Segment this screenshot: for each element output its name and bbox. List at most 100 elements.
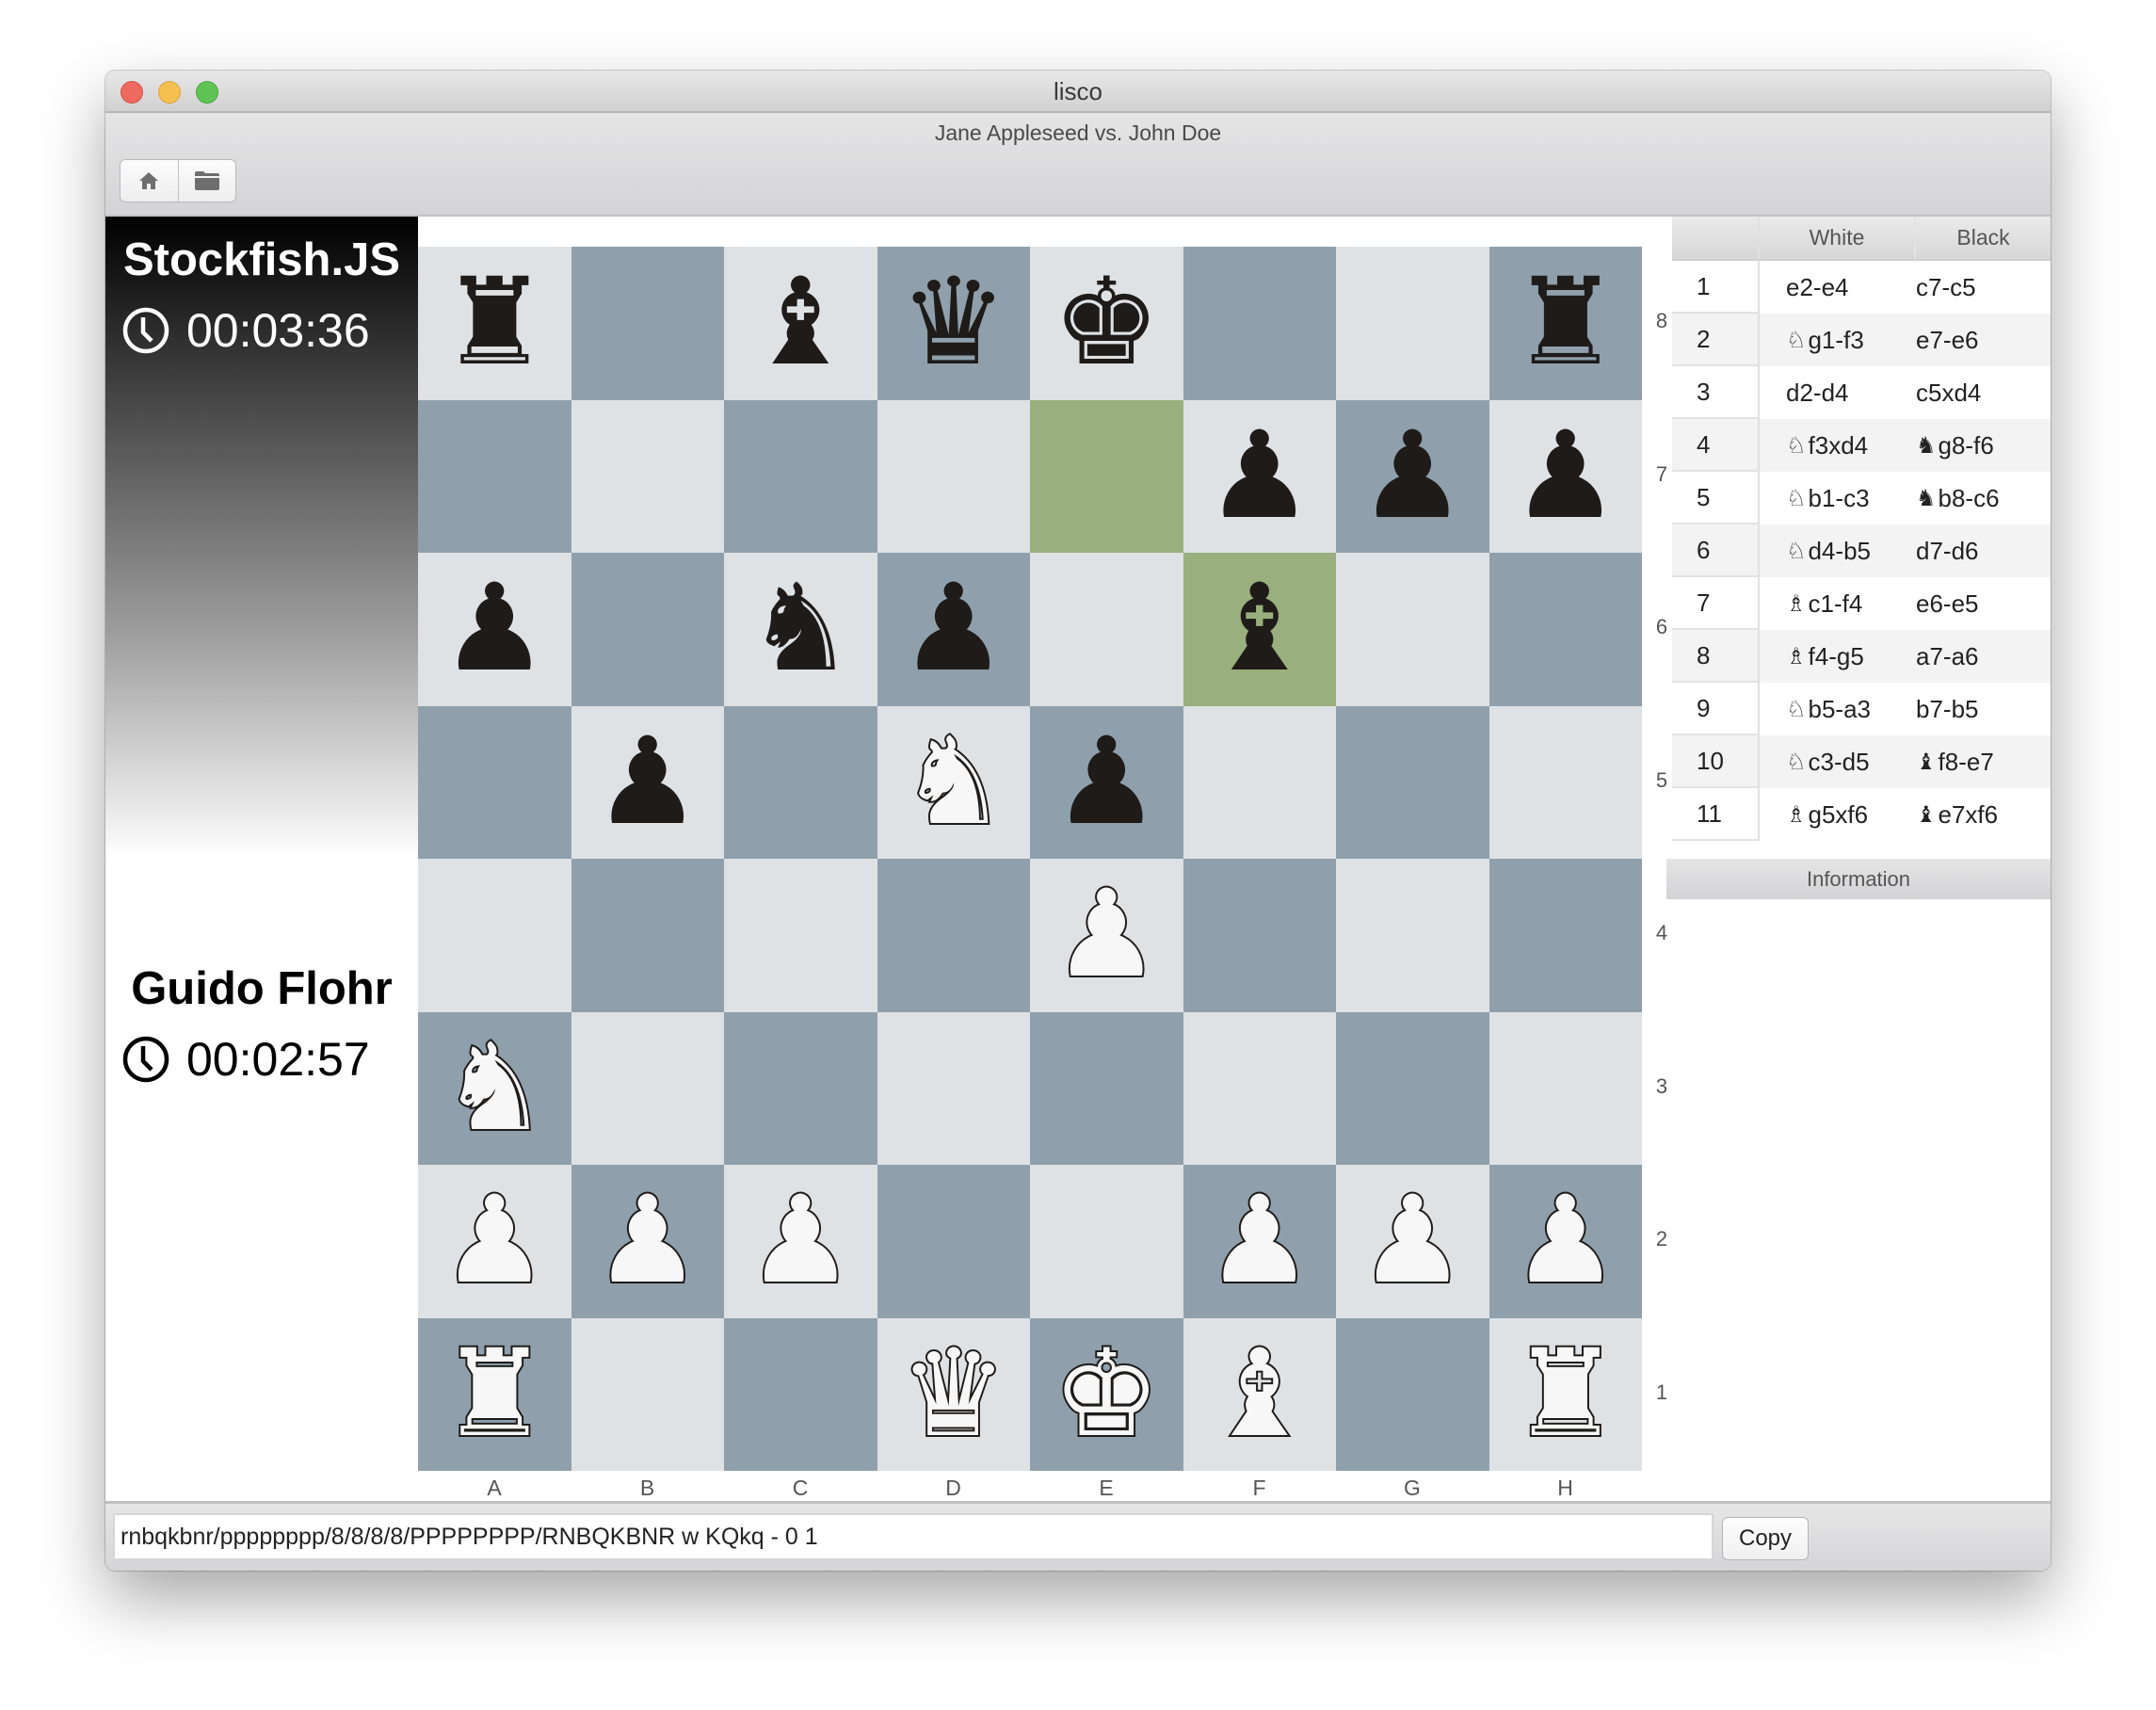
black-pawn-icon[interactable]: ♟: [1359, 415, 1467, 537]
square-c6[interactable]: ♞: [724, 553, 877, 706]
white-pawn-icon[interactable]: ♟: [1509, 1179, 1621, 1303]
white-rook-icon[interactable]: ♜: [439, 1331, 551, 1456]
black-move[interactable]: b7-b5: [1916, 683, 2051, 735]
black-rook-icon[interactable]: ♜: [1511, 263, 1619, 383]
square-b2[interactable]: ♟: [571, 1165, 724, 1318]
square-a1[interactable]: ♜: [418, 1317, 571, 1471]
square-b3[interactable]: [571, 1011, 724, 1165]
square-d5[interactable]: ♞: [877, 705, 1030, 859]
black-move[interactable]: d7-d6: [1916, 524, 2051, 577]
square-b5[interactable]: ♟: [571, 705, 724, 859]
white-pawn-icon[interactable]: ♟: [745, 1179, 857, 1303]
square-f3[interactable]: [1183, 1011, 1336, 1165]
white-move[interactable]: ♗ f4-g5: [1760, 630, 1916, 683]
square-a6[interactable]: ♟: [418, 553, 571, 706]
black-rook-icon[interactable]: ♜: [441, 263, 549, 383]
black-pawn-icon[interactable]: ♟: [1511, 415, 1619, 537]
black-knight-icon[interactable]: ♞: [747, 569, 855, 689]
white-pawn-icon[interactable]: ♟: [591, 1179, 703, 1303]
square-g8[interactable]: [1336, 247, 1489, 400]
square-g4[interactable]: [1336, 859, 1489, 1012]
square-b6[interactable]: [571, 553, 724, 706]
black-move[interactable]: c5xd4: [1916, 366, 2051, 419]
square-e1[interactable]: ♚: [1030, 1317, 1183, 1471]
square-c2[interactable]: ♟: [724, 1165, 877, 1318]
square-a3[interactable]: ♞: [418, 1011, 571, 1165]
square-d1[interactable]: ♛: [877, 1317, 1030, 1471]
square-a4[interactable]: [418, 859, 571, 1012]
fen-input[interactable]: [113, 1513, 1714, 1560]
white-move[interactable]: ♘ b1-c3: [1760, 472, 1916, 524]
white-pawn-icon[interactable]: ♟: [1357, 1179, 1469, 1303]
square-h6[interactable]: [1488, 553, 1642, 706]
square-g3[interactable]: [1336, 1011, 1489, 1165]
open-button[interactable]: [177, 160, 236, 202]
square-a7[interactable]: [418, 399, 571, 553]
white-king-icon[interactable]: ♚: [1051, 1331, 1163, 1456]
black-move[interactable]: a7-a6: [1916, 630, 2051, 683]
black-pawn-icon[interactable]: ♟: [593, 721, 701, 843]
black-pawn-icon[interactable]: ♟: [1205, 415, 1313, 537]
white-move[interactable]: e2-e4: [1760, 261, 1916, 314]
square-h8[interactable]: ♜: [1488, 247, 1642, 400]
white-move[interactable]: ♘ g1-f3: [1760, 314, 1916, 366]
square-f4[interactable]: [1183, 859, 1336, 1012]
square-e5[interactable]: ♟: [1030, 705, 1183, 859]
square-g1[interactable]: [1336, 1317, 1489, 1471]
square-h4[interactable]: [1488, 859, 1642, 1012]
square-f6[interactable]: ♝: [1183, 553, 1336, 706]
white-knight-icon[interactable]: ♞: [897, 719, 1009, 844]
column-header-black[interactable]: Black: [1916, 217, 2051, 259]
white-knight-icon[interactable]: ♞: [439, 1025, 551, 1150]
square-f5[interactable]: [1183, 705, 1336, 859]
black-bishop-icon[interactable]: ♝: [747, 263, 855, 383]
square-g2[interactable]: ♟: [1336, 1165, 1489, 1318]
square-a8[interactable]: ♜: [418, 247, 571, 400]
home-button[interactable]: [121, 160, 178, 202]
square-f1[interactable]: ♝: [1183, 1317, 1336, 1471]
column-header-white[interactable]: White: [1760, 217, 1916, 259]
black-move[interactable]: e7-e6: [1916, 314, 2051, 366]
black-bishop-icon[interactable]: ♝: [1205, 569, 1313, 689]
white-move[interactable]: ♗ c1-f4: [1760, 577, 1916, 630]
black-move[interactable]: ♞ b8-c6: [1916, 472, 2051, 524]
white-pawn-icon[interactable]: ♟: [1203, 1179, 1315, 1303]
black-pawn-icon[interactable]: ♟: [1053, 721, 1161, 843]
square-h5[interactable]: [1488, 705, 1642, 859]
black-pawn-icon[interactable]: ♟: [441, 569, 549, 689]
white-rook-icon[interactable]: ♜: [1509, 1331, 1621, 1456]
square-h7[interactable]: ♟: [1488, 399, 1642, 553]
square-d8[interactable]: ♛: [877, 247, 1030, 400]
square-c1[interactable]: [724, 1317, 877, 1471]
square-e6[interactable]: [1030, 553, 1183, 706]
black-move[interactable]: ♝ f8-e7: [1916, 735, 2051, 788]
square-f8[interactable]: [1183, 247, 1336, 400]
square-a2[interactable]: ♟: [418, 1165, 571, 1318]
white-queen-icon[interactable]: ♛: [897, 1331, 1009, 1456]
square-h2[interactable]: ♟: [1488, 1165, 1642, 1318]
square-b8[interactable]: [571, 247, 724, 400]
black-move[interactable]: ♝ e7xf6: [1916, 788, 2051, 841]
square-e8[interactable]: ♚: [1030, 247, 1183, 400]
square-d7[interactable]: [877, 399, 1030, 553]
copy-button[interactable]: Copy: [1722, 1517, 1809, 1560]
square-g6[interactable]: [1336, 553, 1489, 706]
white-move[interactable]: ♘ c3-d5: [1760, 735, 1916, 788]
square-e3[interactable]: [1030, 1011, 1183, 1165]
square-h1[interactable]: ♜: [1488, 1317, 1642, 1471]
square-b7[interactable]: [571, 399, 724, 553]
square-h3[interactable]: [1488, 1011, 1642, 1165]
square-c7[interactable]: [724, 399, 877, 553]
square-d4[interactable]: [877, 859, 1030, 1012]
square-b1[interactable]: [571, 1317, 724, 1471]
square-f2[interactable]: ♟: [1183, 1165, 1336, 1318]
square-g7[interactable]: ♟: [1336, 399, 1489, 553]
black-move[interactable]: ♞ g8-f6: [1916, 419, 2051, 472]
square-g5[interactable]: [1336, 705, 1489, 859]
white-bishop-icon[interactable]: ♝: [1203, 1331, 1315, 1456]
white-move[interactable]: ♘ f3xd4: [1760, 419, 1916, 472]
information-panel-header[interactable]: Information: [1666, 859, 2051, 899]
square-d3[interactable]: [877, 1011, 1030, 1165]
column-header-number[interactable]: [1672, 217, 1760, 259]
square-c3[interactable]: [724, 1011, 877, 1165]
